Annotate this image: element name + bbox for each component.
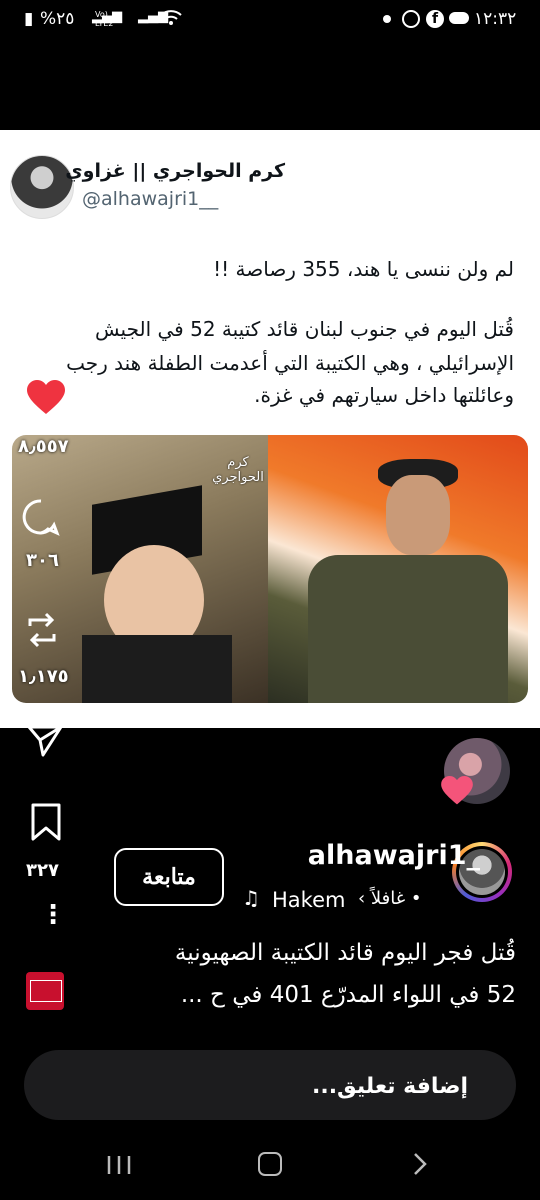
media-photo-soldier: [268, 435, 528, 703]
child-gown: [82, 635, 232, 703]
home-icon[interactable]: [258, 1152, 282, 1176]
tweet-line-3: الإسرائيلي ، وهي الكتيبة التي أعدمت الطف…: [66, 351, 514, 375]
status-bar: ▮ %٢٥ ▂▄▆ Vo) LTE2 ▂▄▆ f ١٢:٣٢: [0, 0, 540, 40]
repost-icon[interactable]: [24, 610, 60, 654]
music-note-icon: ♫: [242, 886, 260, 910]
cloud-icon: [449, 12, 469, 24]
bookmark-icon[interactable]: [30, 802, 62, 846]
send-icon[interactable]: [26, 724, 64, 762]
tweet-line-4: وعائلتها داخل سيارتهم في غزة.: [254, 383, 514, 407]
reel-username[interactable]: alhawajri1_: [308, 840, 480, 871]
network-label: Vo) LTE2: [95, 10, 114, 28]
soldier-face: [386, 475, 450, 555]
reel-caption-line-2[interactable]: 52 في اللواء المدرّع 401 في ح ...: [16, 982, 516, 1008]
tweet-handle: @alhawajri1__: [82, 188, 219, 210]
tweet-line-2: قُتل اليوم في جنوب لبنان قائد كتيبة 52 ف…: [95, 317, 514, 341]
media-watermark: كرم الحواجري: [212, 455, 264, 485]
wifi-icon: [160, 9, 182, 32]
notification-dot-icon: [383, 15, 391, 23]
clock: ١٢:٣٢: [474, 9, 517, 29]
battery-icon: ▮: [24, 9, 34, 29]
likes-count: ٨٫٥٥٧: [18, 436, 69, 457]
follow-button[interactable]: متابعة: [114, 848, 224, 906]
more-icon[interactable]: ⋮: [40, 902, 66, 928]
tweet-display-name: كرم الحواجري || غزاوي: [65, 160, 285, 182]
whatsapp-icon: [402, 10, 420, 28]
comment-placeholder: إضافة تعليق...: [311, 1074, 468, 1099]
tweet-media[interactable]: كرم الحواجري: [12, 435, 528, 703]
audio-title[interactable]: Hakem: [272, 888, 345, 912]
system-navigation-bar: [0, 1120, 540, 1200]
battery-level: %٢٥: [40, 9, 75, 29]
liked-heart-icon: [440, 776, 474, 810]
audio-subtitle: • غافلاً ›: [358, 888, 422, 909]
reposts-count: ١٫١٧٥: [18, 666, 69, 687]
facebook-icon: f: [426, 10, 444, 28]
comments-count: ٣٠٦: [26, 550, 59, 571]
tweet-line-1: لم ولن ننسى يا هند، 355 رصاصة !!: [213, 257, 514, 281]
reel-caption-line-1: قُتل فجر اليوم قائد الكتيبة الصهيونية: [174, 940, 516, 966]
back-icon[interactable]: [412, 1152, 428, 1180]
saves-count: ٣٢٧: [26, 860, 59, 881]
recents-icon[interactable]: [106, 1154, 132, 1180]
soldier-vest: [308, 555, 508, 703]
heart-icon[interactable]: [26, 380, 66, 420]
comment-icon[interactable]: [22, 498, 60, 540]
